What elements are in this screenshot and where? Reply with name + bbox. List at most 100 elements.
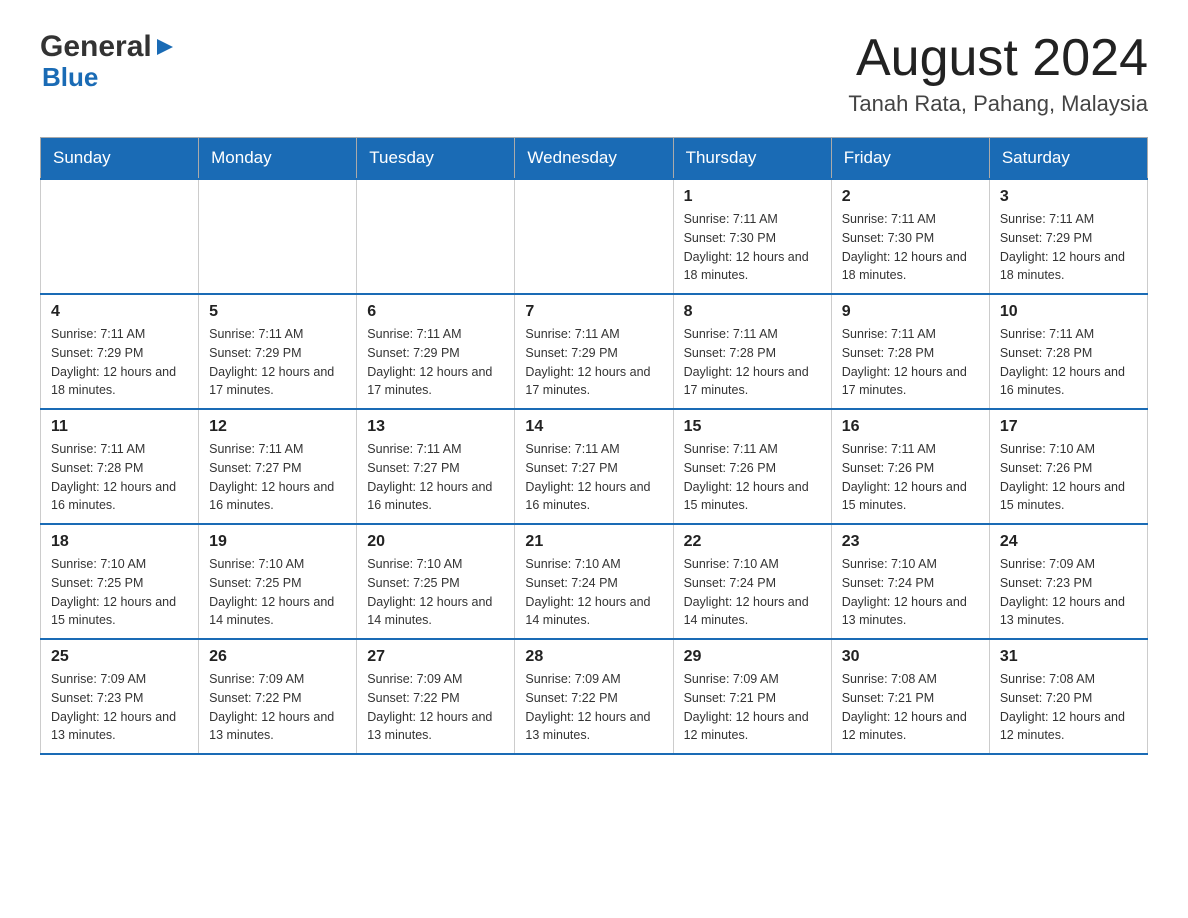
table-row: 25Sunrise: 7:09 AMSunset: 7:23 PMDayligh…	[41, 639, 199, 754]
sunrise-text: Sunrise: 7:11 AM	[209, 440, 346, 459]
sunset-text: Sunset: 7:29 PM	[1000, 229, 1137, 248]
sunset-text: Sunset: 7:22 PM	[209, 689, 346, 708]
daylight-text: Daylight: 12 hours and 13 minutes.	[1000, 593, 1137, 631]
sunrise-text: Sunrise: 7:11 AM	[367, 440, 504, 459]
table-row: 5Sunrise: 7:11 AMSunset: 7:29 PMDaylight…	[199, 294, 357, 409]
day-number: 19	[209, 533, 346, 551]
daylight-text: Daylight: 12 hours and 13 minutes.	[525, 708, 662, 746]
sunset-text: Sunset: 7:20 PM	[1000, 689, 1137, 708]
daylight-text: Daylight: 12 hours and 17 minutes.	[842, 363, 979, 401]
sunset-text: Sunset: 7:24 PM	[525, 574, 662, 593]
sunrise-text: Sunrise: 7:11 AM	[51, 440, 188, 459]
day-number: 23	[842, 533, 979, 551]
day-info: Sunrise: 7:09 AMSunset: 7:23 PMDaylight:…	[1000, 555, 1137, 630]
sunrise-text: Sunrise: 7:10 AM	[842, 555, 979, 574]
day-info: Sunrise: 7:11 AMSunset: 7:30 PMDaylight:…	[842, 210, 979, 285]
sunrise-text: Sunrise: 7:11 AM	[51, 325, 188, 344]
day-info: Sunrise: 7:09 AMSunset: 7:22 PMDaylight:…	[525, 670, 662, 745]
header-tuesday: Tuesday	[357, 138, 515, 180]
sunrise-text: Sunrise: 7:11 AM	[684, 325, 821, 344]
sunset-text: Sunset: 7:26 PM	[842, 459, 979, 478]
daylight-text: Daylight: 12 hours and 12 minutes.	[684, 708, 821, 746]
day-info: Sunrise: 7:11 AMSunset: 7:29 PMDaylight:…	[367, 325, 504, 400]
sunrise-text: Sunrise: 7:11 AM	[684, 210, 821, 229]
table-row: 2Sunrise: 7:11 AMSunset: 7:30 PMDaylight…	[831, 179, 989, 294]
table-row: 19 Sunrise: 7:10 AMSunset: 7:25 PMDayligh…	[199, 524, 357, 639]
sunrise-text: Sunrise: 7:11 AM	[525, 440, 662, 459]
day-number: 21	[525, 533, 662, 551]
daylight-text: Daylight: 12 hours and 17 minutes.	[525, 363, 662, 401]
day-number: 17	[1000, 418, 1137, 436]
daylight-text: Daylight: 12 hours and 15 minutes.	[51, 593, 188, 631]
sunrise-text: Sunrise: 7:10 AM	[1000, 440, 1137, 459]
day-info: Sunrise: 7:11 AMSunset: 7:27 PMDaylight:…	[367, 440, 504, 515]
table-row: 28 Sunrise: 7:09 AMSunset: 7:22 PMDayligh…	[515, 639, 673, 754]
day-number: 29	[684, 648, 821, 666]
sunset-text: Sunset: 7:24 PM	[684, 574, 821, 593]
day-info: Sunrise: 7:10 AMSunset: 7:24 PMDaylight:…	[684, 555, 821, 630]
sunset-text: Sunset: 7:26 PM	[684, 459, 821, 478]
sunset-text: Sunset: 7:25 PM	[367, 574, 504, 593]
sunset-text: Sunset: 7:30 PM	[842, 229, 979, 248]
day-info: Sunrise: 7:10 AMSunset: 7:24 PMDaylight:…	[842, 555, 979, 630]
sunset-text: Sunset: 7:29 PM	[51, 344, 188, 363]
table-row: 6 Sunrise: 7:11 AMSunset: 7:29 PMDaylight…	[357, 294, 515, 409]
table-row	[199, 179, 357, 294]
daylight-text: Daylight: 12 hours and 13 minutes.	[842, 593, 979, 631]
sunset-text: Sunset: 7:25 PM	[209, 574, 346, 593]
table-row: 24 Sunrise: 7:09 AMSunset: 7:23 PMDayligh…	[989, 524, 1147, 639]
page-subtitle: Tanah Rata, Pahang, Malaysia	[848, 91, 1148, 117]
calendar-week-row: 4Sunrise: 7:11 AMSunset: 7:29 PMDaylight…	[41, 294, 1148, 409]
table-row: 15Sunrise: 7:11 AMSunset: 7:26 PMDayligh…	[673, 409, 831, 524]
sunset-text: Sunset: 7:24 PM	[842, 574, 979, 593]
sunrise-text: Sunrise: 7:11 AM	[1000, 325, 1137, 344]
day-number: 30	[842, 648, 979, 666]
header-thursday: Thursday	[673, 138, 831, 180]
day-number: 24	[1000, 533, 1137, 551]
day-info: Sunrise: 7:10 AMSunset: 7:26 PMDaylight:…	[1000, 440, 1137, 515]
day-info: Sunrise: 7:11 AMSunset: 7:26 PMDaylight:…	[684, 440, 821, 515]
sunrise-text: Sunrise: 7:09 AM	[1000, 555, 1137, 574]
sunrise-text: Sunrise: 7:09 AM	[367, 670, 504, 689]
day-number: 14	[525, 418, 662, 436]
sunset-text: Sunset: 7:25 PM	[51, 574, 188, 593]
day-info: Sunrise: 7:11 AMSunset: 7:30 PMDaylight:…	[684, 210, 821, 285]
sunset-text: Sunset: 7:28 PM	[684, 344, 821, 363]
table-row: 11Sunrise: 7:11 AMSunset: 7:28 PMDayligh…	[41, 409, 199, 524]
sunrise-text: Sunrise: 7:11 AM	[1000, 210, 1137, 229]
sunset-text: Sunset: 7:21 PM	[684, 689, 821, 708]
table-row: 8Sunrise: 7:11 AMSunset: 7:28 PMDaylight…	[673, 294, 831, 409]
day-info: Sunrise: 7:09 AMSunset: 7:22 PMDaylight:…	[209, 670, 346, 745]
day-info: Sunrise: 7:11 AMSunset: 7:29 PMDaylight:…	[1000, 210, 1137, 285]
sunset-text: Sunset: 7:29 PM	[209, 344, 346, 363]
sunrise-text: Sunrise: 7:11 AM	[367, 325, 504, 344]
day-info: Sunrise: 7:10 AMSunset: 7:25 PMDaylight:…	[209, 555, 346, 630]
day-info: Sunrise: 7:11 AMSunset: 7:28 PMDaylight:…	[51, 440, 188, 515]
daylight-text: Daylight: 12 hours and 16 minutes.	[1000, 363, 1137, 401]
weekday-header-row: Sunday Monday Tuesday Wednesday Thursday…	[41, 138, 1148, 180]
table-row: 17 Sunrise: 7:10 AMSunset: 7:26 PMDayligh…	[989, 409, 1147, 524]
header-wednesday: Wednesday	[515, 138, 673, 180]
sunrise-text: Sunrise: 7:11 AM	[525, 325, 662, 344]
sunset-text: Sunset: 7:28 PM	[842, 344, 979, 363]
sunrise-text: Sunrise: 7:08 AM	[842, 670, 979, 689]
table-row: 9Sunrise: 7:11 AMSunset: 7:28 PMDaylight…	[831, 294, 989, 409]
table-row	[357, 179, 515, 294]
page-header: General Blue August 2024 Tanah Rata, Pah…	[40, 30, 1148, 117]
daylight-text: Daylight: 12 hours and 12 minutes.	[1000, 708, 1137, 746]
sunset-text: Sunset: 7:22 PM	[367, 689, 504, 708]
sunrise-text: Sunrise: 7:10 AM	[367, 555, 504, 574]
day-info: Sunrise: 7:11 AMSunset: 7:27 PMDaylight:…	[525, 440, 662, 515]
logo-arrow-icon	[155, 37, 175, 62]
calendar-table: Sunday Monday Tuesday Wednesday Thursday…	[40, 137, 1148, 755]
day-number: 6	[367, 303, 504, 321]
day-number: 28	[525, 648, 662, 666]
day-number: 25	[51, 648, 188, 666]
header-sunday: Sunday	[41, 138, 199, 180]
logo-general-text: General	[40, 30, 152, 64]
calendar-week-row: 25Sunrise: 7:09 AMSunset: 7:23 PMDayligh…	[41, 639, 1148, 754]
day-number: 10	[1000, 303, 1137, 321]
header-monday: Monday	[199, 138, 357, 180]
day-number: 20	[367, 533, 504, 551]
table-row: 14 Sunrise: 7:11 AMSunset: 7:27 PMDayligh…	[515, 409, 673, 524]
